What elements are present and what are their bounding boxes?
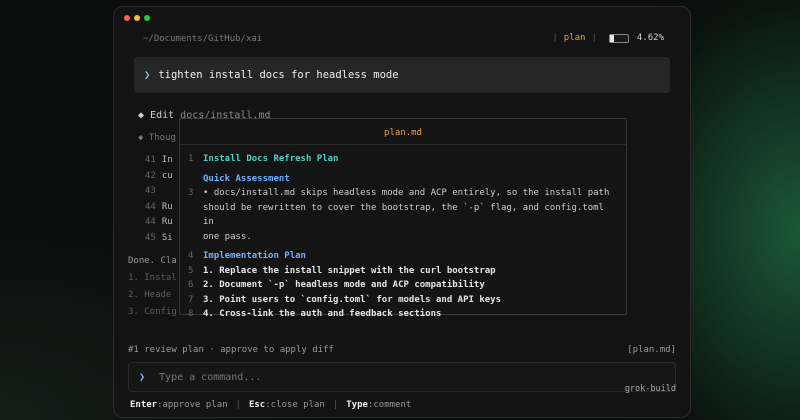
line-number: 44 bbox=[145, 201, 156, 212]
line-number: 44 bbox=[145, 217, 156, 227]
line-text: Si bbox=[161, 232, 173, 243]
plan-line: 1 Install Docs Refresh Plan bbox=[188, 152, 620, 167]
line-number: 43 bbox=[145, 186, 156, 196]
prompt-text: tighten install docs for headless mode bbox=[158, 69, 399, 81]
line-number: 41 bbox=[145, 155, 156, 165]
plan-line-text: should be rewritten to cover the bootstr… bbox=[203, 202, 604, 228]
status-separator: | bbox=[591, 33, 597, 43]
bullet-icon: ◆ bbox=[138, 133, 149, 143]
context-usage-bar bbox=[608, 33, 629, 43]
plan-line-text: 3. Point users to `config.toml` for mode… bbox=[203, 294, 502, 305]
window-controls bbox=[124, 15, 150, 21]
thought-text: Thoug bbox=[148, 133, 176, 143]
minimize-window-button[interactable] bbox=[134, 15, 140, 21]
line-number: 8 bbox=[188, 309, 194, 319]
list-item: 1. Instal bbox=[128, 273, 177, 283]
diff-lines: 41 In 42 cu 43 44 Ru 44 Ru 45 Si bbox=[145, 155, 173, 248]
line-number: 45 bbox=[145, 232, 156, 243]
hint-key: Type bbox=[346, 400, 368, 410]
line-number: 6 bbox=[188, 280, 194, 290]
thought-line: ◆ Thoug bbox=[138, 133, 176, 143]
plan-line-text: Quick Assessment bbox=[203, 173, 290, 184]
hint-key: Enter bbox=[130, 400, 158, 410]
hint-description: approve plan bbox=[162, 400, 228, 410]
line-number: 3 bbox=[188, 188, 194, 198]
line-number bbox=[188, 201, 203, 230]
diff-line: 44 Ru bbox=[145, 202, 173, 218]
diff-line: 43 bbox=[145, 186, 173, 202]
diff-line: 41 In bbox=[145, 155, 173, 171]
list-item: 2. Heade bbox=[128, 290, 172, 300]
hint-separator: | bbox=[332, 400, 339, 410]
bullet-icon: ◆ bbox=[138, 110, 151, 121]
diff-line: 45 Si bbox=[145, 233, 173, 249]
plan-content: 1 Install Docs Refresh Plan Quick Assessme… bbox=[188, 152, 620, 322]
hint-separator: | bbox=[235, 400, 241, 410]
working-directory: ~/Documents/GitHub/xai bbox=[143, 34, 263, 44]
diff-line: 44 Ru bbox=[145, 217, 173, 233]
plan-line: one pass. bbox=[188, 230, 620, 245]
plan-line-text: one pass. bbox=[203, 231, 252, 242]
line-number: 7 bbox=[188, 294, 194, 305]
background-list: 1. Instal 2. Heade 3. Config bbox=[128, 273, 177, 324]
line-number: 42 bbox=[145, 170, 156, 181]
plan-line-text: • docs/install.md skips headless mode an… bbox=[203, 188, 610, 198]
line-number: 1 bbox=[188, 154, 194, 164]
line-number bbox=[188, 172, 203, 187]
edit-verb: Edit bbox=[150, 110, 175, 121]
mode-indicator: plan bbox=[563, 33, 586, 43]
context-usage-percent: 4.62% bbox=[636, 33, 664, 43]
plan-line: 7 3. Point users to `config.toml` for mod… bbox=[188, 293, 620, 308]
command-chevron-icon: ❯ bbox=[139, 371, 146, 383]
line-text: Ru bbox=[161, 201, 173, 212]
agent-name: grok-build bbox=[624, 384, 676, 394]
hint-description: close plan bbox=[270, 400, 325, 410]
prompt-chevron-icon: ❯ bbox=[144, 69, 151, 81]
plan-popup: plan.md 1 Install Docs Refresh Plan Quick … bbox=[179, 118, 627, 319]
done-summary: Done. Cla bbox=[128, 256, 177, 266]
plan-line: 8 4. Cross-link the auth and feedback sec… bbox=[188, 307, 620, 322]
maximize-window-button[interactable] bbox=[144, 15, 150, 21]
plan-line-text: Implementation Plan bbox=[203, 251, 306, 261]
plan-line: 3 • docs/install.md skips headless mode a… bbox=[188, 186, 620, 201]
line-number: 5 bbox=[188, 265, 194, 276]
line-text: Ru bbox=[161, 217, 173, 227]
status-bar: | plan | 4.62% bbox=[546, 33, 664, 43]
plan-popup-title: plan.md bbox=[384, 128, 422, 138]
close-window-button[interactable] bbox=[124, 15, 130, 21]
plan-line: 4 Implementation Plan bbox=[188, 249, 620, 264]
plan-line-text: 2. Document `-p` headless mode and ACP c… bbox=[203, 280, 485, 290]
hint-key: Esc bbox=[248, 400, 266, 410]
review-status: #1 review plan · approve to apply diff bbox=[128, 345, 334, 355]
plan-line-text: 4. Cross-link the auth and feedback sect… bbox=[203, 309, 442, 319]
plan-line: Quick Assessment bbox=[188, 172, 620, 187]
hint-description: comment bbox=[373, 400, 412, 410]
command-input[interactable] bbox=[159, 371, 460, 383]
list-item: 3. Config bbox=[128, 307, 177, 317]
line-number: 4 bbox=[188, 251, 194, 261]
context-usage-fill bbox=[609, 34, 615, 42]
plan-line: 5 1. Replace the install snippet with the… bbox=[188, 264, 620, 279]
command-box[interactable]: ❯ bbox=[128, 362, 676, 392]
plan-line: should be rewritten to cover the bootstr… bbox=[188, 201, 620, 230]
user-prompt: ❯ tighten install docs for headless mode bbox=[134, 57, 670, 93]
review-file-tag: [plan.md] bbox=[627, 345, 676, 355]
plan-line: 6 2. Document `-p` headless mode and ACP … bbox=[188, 278, 620, 293]
plan-line-text: Install Docs Refresh Plan bbox=[203, 154, 339, 164]
plan-line-text: 1. Replace the install snippet with the … bbox=[203, 265, 496, 276]
line-text: cu bbox=[161, 170, 173, 181]
line-text: In bbox=[161, 155, 173, 165]
line-number bbox=[188, 230, 203, 245]
diff-line: 42 cu bbox=[145, 171, 173, 187]
keyboard-hints: Enter: approve plan | Esc: close plan | Type: c… bbox=[130, 400, 411, 410]
status-separator: | bbox=[552, 33, 558, 43]
divider bbox=[180, 144, 626, 145]
terminal-window: ~/Documents/GitHub/xai | plan | 4.62% ❯ … bbox=[113, 6, 691, 418]
